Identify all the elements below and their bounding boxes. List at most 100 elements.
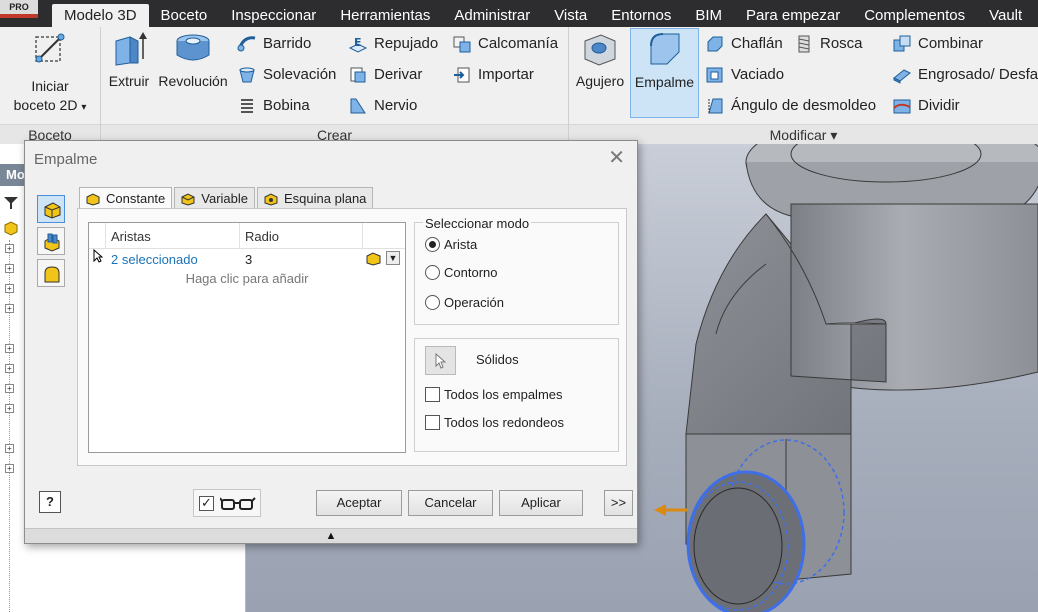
- tab-boceto[interactable]: Boceto: [149, 0, 220, 27]
- filter-icon[interactable]: [3, 196, 19, 210]
- tab-administrar[interactable]: Administrar: [442, 0, 542, 27]
- tree-expand-icon[interactable]: +: [5, 344, 14, 353]
- thicken-icon: [893, 69, 911, 84]
- table-header: Aristas Radio: [89, 223, 405, 249]
- setback-corner-icon: [264, 192, 278, 206]
- cancelar-button[interactable]: Cancelar: [408, 490, 493, 516]
- tree-expand-icon[interactable]: +: [5, 464, 14, 473]
- panel-label-modificar[interactable]: Modificar ▾: [569, 124, 1038, 144]
- engrosado-desfase-button[interactable]: Engrosado/ Desfa: [892, 63, 1038, 87]
- tab-modelo-3d[interactable]: Modelo 3D: [52, 4, 149, 27]
- tree-expand-icon[interactable]: +: [5, 284, 14, 293]
- radio-arista[interactable]: [425, 237, 440, 252]
- tab-vista[interactable]: Vista: [542, 0, 599, 27]
- vaciado-button[interactable]: Vaciado: [705, 63, 784, 87]
- tree-expand-icon[interactable]: +: [5, 384, 14, 393]
- face-fillet-tool-button[interactable]: [37, 227, 65, 255]
- agujero-button[interactable]: Agujero: [572, 29, 628, 89]
- tree-expand-icon[interactable]: +: [5, 364, 14, 373]
- edge-radius-table[interactable]: Aristas Radio 2 seleccionado 3 ▼ Haga cl…: [88, 222, 406, 453]
- ribbon: Iniciar boceto 2D ▾ Boceto Extruir Revol…: [0, 27, 1038, 144]
- mode-contorno-option[interactable]: Contorno: [425, 265, 497, 280]
- tab-complementos[interactable]: Complementos: [852, 0, 977, 27]
- chevron-down-icon[interactable]: ▾: [81, 102, 86, 113]
- tab-entornos[interactable]: Entornos: [599, 0, 683, 27]
- tree-expand-icon[interactable]: +: [5, 404, 14, 413]
- mode-arista-label: Arista: [444, 237, 478, 252]
- aceptar-button[interactable]: Aceptar: [316, 490, 402, 516]
- draft-angle-icon: [708, 98, 723, 114]
- edge-set-icon[interactable]: [365, 250, 383, 266]
- close-icon[interactable]: ✕: [608, 147, 625, 169]
- fillet-tabs: Constante Variable Esquina plana: [79, 187, 375, 210]
- extruir-button[interactable]: Extruir: [106, 29, 152, 89]
- shell-icon: [706, 67, 723, 83]
- solids-select-button[interactable]: [425, 346, 456, 375]
- tab-inspeccionar[interactable]: Inspeccionar: [219, 0, 328, 27]
- tab-para-empezar[interactable]: Para empezar: [734, 0, 852, 27]
- checkbox-todos-redondeos[interactable]: [425, 415, 440, 430]
- barrido-button[interactable]: Barrido: [237, 32, 311, 56]
- more-options-button[interactable]: >>: [604, 490, 633, 516]
- decal-icon: [453, 36, 471, 53]
- tree-expand-icon[interactable]: +: [5, 244, 14, 253]
- help-button[interactable]: ?: [39, 491, 61, 513]
- checkbox-preview[interactable]: [199, 495, 214, 511]
- angulo-desmoldeo-button[interactable]: Ángulo de desmoldeo: [705, 94, 876, 118]
- derivar-button[interactable]: Derivar: [348, 63, 422, 87]
- radio-contorno[interactable]: [425, 265, 440, 280]
- aplicar-button[interactable]: Aplicar: [499, 490, 583, 516]
- checkbox-todos-empalmes[interactable]: [425, 387, 440, 402]
- full-round-fillet-tool-button[interactable]: [37, 259, 65, 287]
- tab-variable[interactable]: Variable: [174, 187, 255, 209]
- todos-redondeos-option[interactable]: Todos los redondeos: [425, 415, 564, 430]
- importar-button[interactable]: Importar: [452, 63, 534, 87]
- sweep-icon: [237, 36, 256, 52]
- bobina-button[interactable]: Bobina: [237, 94, 310, 118]
- iniciar-boceto-2d-button[interactable]: Iniciar boceto 2D ▾: [6, 29, 94, 117]
- tab-constante[interactable]: Constante: [79, 187, 173, 210]
- dividir-button[interactable]: Dividir: [892, 94, 960, 118]
- tab-vault[interactable]: Vault: [977, 0, 1034, 27]
- tree-expand-icon[interactable]: +: [5, 304, 14, 313]
- revolve-icon: [176, 34, 210, 61]
- dividir-label: Dividir: [918, 97, 960, 114]
- mode-arista-option[interactable]: Arista: [425, 237, 477, 252]
- rosca-button[interactable]: Rosca: [794, 32, 863, 56]
- solevacion-button[interactable]: Solevación: [237, 63, 336, 87]
- tree-expand-icon[interactable]: +: [5, 444, 14, 453]
- table-row-aristas-value[interactable]: 2 seleccionado: [111, 252, 198, 267]
- solids-group: Sólidos Todos los empalmes Todos los red…: [414, 338, 619, 452]
- bobina-label: Bobina: [263, 97, 310, 114]
- add-edge-hint[interactable]: Haga clic para añadir: [89, 271, 405, 286]
- table-row-radio-value[interactable]: 3: [245, 252, 252, 267]
- tab-esquina-plana[interactable]: Esquina plana: [257, 187, 374, 209]
- coil-icon: [241, 99, 253, 114]
- thread-icon: [798, 35, 810, 53]
- tab-bim[interactable]: BIM: [683, 0, 734, 27]
- column-header-radio: Radio: [245, 229, 279, 244]
- combinar-button[interactable]: Combinar: [892, 32, 983, 56]
- dialog-expand-bar[interactable]: ▲: [25, 528, 637, 543]
- calcomania-button[interactable]: Calcomanía: [452, 32, 558, 56]
- empalme-button[interactable]: Empalme: [630, 28, 699, 118]
- rib-icon: [350, 98, 366, 114]
- nervio-button[interactable]: Nervio: [348, 94, 417, 118]
- radio-operacion[interactable]: [425, 295, 440, 310]
- revolucion-button[interactable]: Revolución: [154, 29, 232, 89]
- chaflan-button[interactable]: Chaflán: [705, 32, 783, 56]
- mode-operacion-option[interactable]: Operación: [425, 295, 504, 310]
- iniciar-label-line1: Iniciar: [31, 78, 69, 94]
- fillet-icon: [649, 33, 679, 65]
- tree-expand-icon[interactable]: +: [5, 264, 14, 273]
- loft-icon: [239, 67, 255, 83]
- select-mode-group: Seleccionar modo Arista Contorno Operaci…: [414, 216, 619, 325]
- tab-herramientas[interactable]: Herramientas: [328, 0, 442, 27]
- edge-fillet-tool-button[interactable]: [37, 195, 65, 223]
- radio-options-dropdown[interactable]: ▼: [386, 251, 400, 265]
- extruir-label: Extruir: [108, 73, 150, 89]
- repujado-button[interactable]: E Repujado: [348, 32, 438, 56]
- todos-empalmes-option[interactable]: Todos los empalmes: [425, 387, 563, 402]
- tree-connector: [9, 240, 10, 612]
- preview-toggle: [193, 489, 261, 517]
